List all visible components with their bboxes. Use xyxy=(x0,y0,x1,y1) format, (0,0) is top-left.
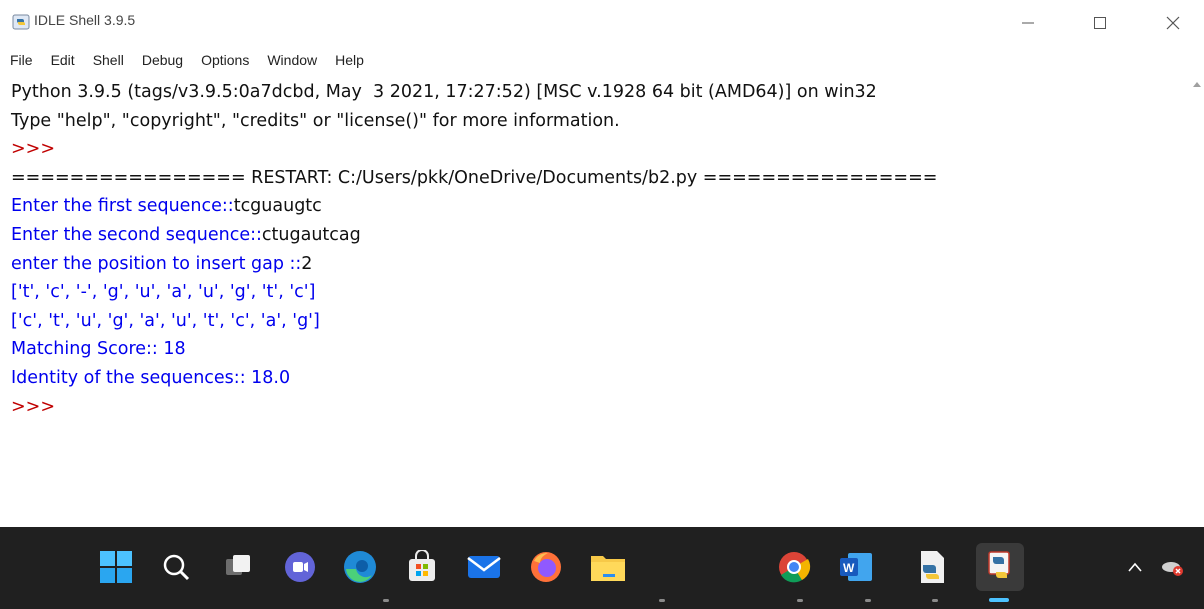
menu-edit[interactable]: Edit xyxy=(51,52,75,68)
taskbar: W xyxy=(0,527,1204,609)
shell-line: >>> xyxy=(11,393,937,422)
task-view-icon[interactable] xyxy=(214,543,262,591)
minimize-button[interactable] xyxy=(1013,10,1043,36)
running-indicator xyxy=(932,599,938,602)
edge-browser-icon[interactable] xyxy=(336,543,384,591)
shell-line: ['c', 't', 'u', 'g', 'a', 'u', 't', 'c',… xyxy=(11,307,937,336)
shell-line: enter the position to insert gap ::2 xyxy=(11,250,937,279)
shell-line: Enter the second sequence::ctugautcag xyxy=(11,221,937,250)
shell-line-segment: ['c', 't', 'u', 'g', 'a', 'u', 't', 'c',… xyxy=(11,310,320,331)
running-indicator xyxy=(383,599,389,602)
close-button[interactable] xyxy=(1158,10,1188,36)
vertical-scrollbar[interactable] xyxy=(1190,72,1204,527)
idle-python-icon[interactable] xyxy=(976,543,1024,591)
menu-options[interactable]: Options xyxy=(201,52,249,68)
shell-line: ================ RESTART: C:/Users/pkk/O… xyxy=(11,164,937,193)
shell-line: Enter the first sequence::tcguaugtc xyxy=(11,192,937,221)
shell-line-segment: Python 3.9.5 (tags/v3.9.5:0a7dcbd, May 3… xyxy=(11,82,877,102)
teams-chat-icon[interactable] xyxy=(276,543,324,591)
shell-line: Python 3.9.5 (tags/v3.9.5:0a7dcbd, May 3… xyxy=(11,78,937,107)
shell-line-segment: >>> xyxy=(11,139,61,160)
active-app-indicator xyxy=(989,598,1009,602)
minimize-icon xyxy=(1022,22,1034,24)
title-bar: IDLE Shell 3.9.5 xyxy=(0,0,1204,47)
shell-line: >>> xyxy=(11,135,937,164)
search-icon[interactable] xyxy=(152,543,200,591)
shell-line: Matching Score:: 18 xyxy=(11,335,937,364)
shell-line-segment: >>> xyxy=(11,396,61,417)
shell-line-segment: ctugautcag xyxy=(261,224,361,245)
shell-line-segment: Identity of the sequences:: 18.0 xyxy=(11,367,291,388)
running-indicator xyxy=(797,599,803,602)
file-explorer-icon[interactable] xyxy=(584,543,632,591)
word-icon[interactable]: W xyxy=(832,543,880,591)
shell-output: Python 3.9.5 (tags/v3.9.5:0a7dcbd, May 3… xyxy=(11,78,937,421)
shell-line-segment: Enter the second sequence:: xyxy=(11,224,262,245)
menu-shell[interactable]: Shell xyxy=(93,52,124,68)
menu-file[interactable]: File xyxy=(10,52,33,68)
scroll-up-icon[interactable] xyxy=(1190,80,1204,92)
windows-start-icon[interactable] xyxy=(92,543,140,591)
shell-line: Identity of the sequences:: 18.0 xyxy=(11,364,937,393)
shell-line-segment: ['t', 'c', '-', 'g', 'u', 'a', 'u', 'g',… xyxy=(11,282,316,303)
shell-line-segment: tcguaugtc xyxy=(233,196,322,217)
close-icon xyxy=(1166,16,1180,30)
shell-line-segment: enter the position to insert gap :: xyxy=(11,253,302,274)
idle-app-icon xyxy=(12,14,30,30)
menu-bar: File Edit Shell Debug Options Window Hel… xyxy=(0,47,1204,72)
maximize-button[interactable] xyxy=(1085,10,1115,36)
shell-line: ['t', 'c', '-', 'g', 'u', 'a', 'u', 'g',… xyxy=(11,278,937,307)
menu-window[interactable]: Window xyxy=(267,52,317,68)
maximize-icon xyxy=(1094,17,1106,29)
shell-line: Type "help", "copyright", "credits" or "… xyxy=(11,107,937,136)
onedrive-error-icon[interactable] xyxy=(1156,543,1190,591)
microsoft-store-icon[interactable] xyxy=(398,543,446,591)
shell-line-segment: Matching Score:: 18 xyxy=(11,339,186,360)
menu-debug[interactable]: Debug xyxy=(142,52,183,68)
chrome-icon[interactable] xyxy=(770,543,818,591)
firefox-icon[interactable] xyxy=(522,543,570,591)
shell-line-segment: 2 xyxy=(301,253,313,274)
running-indicator xyxy=(659,599,665,602)
chevron-up-icon[interactable] xyxy=(1120,543,1150,591)
menu-help[interactable]: Help xyxy=(335,52,364,68)
window-title: IDLE Shell 3.9.5 xyxy=(34,12,136,28)
shell-line-segment: Type "help", "copyright", "credits" or "… xyxy=(11,110,620,131)
svg-text:W: W xyxy=(843,561,855,575)
shell-text-area[interactable]: Python 3.9.5 (tags/v3.9.5:0a7dcbd, May 3… xyxy=(0,72,1190,527)
running-indicator xyxy=(865,599,871,602)
python-file-icon[interactable] xyxy=(908,543,956,591)
shell-line-segment: Enter the first sequence:: xyxy=(11,196,234,217)
mail-icon[interactable] xyxy=(460,543,508,591)
shell-line-segment: ================ RESTART: C:/Users/pkk/O… xyxy=(11,167,938,188)
